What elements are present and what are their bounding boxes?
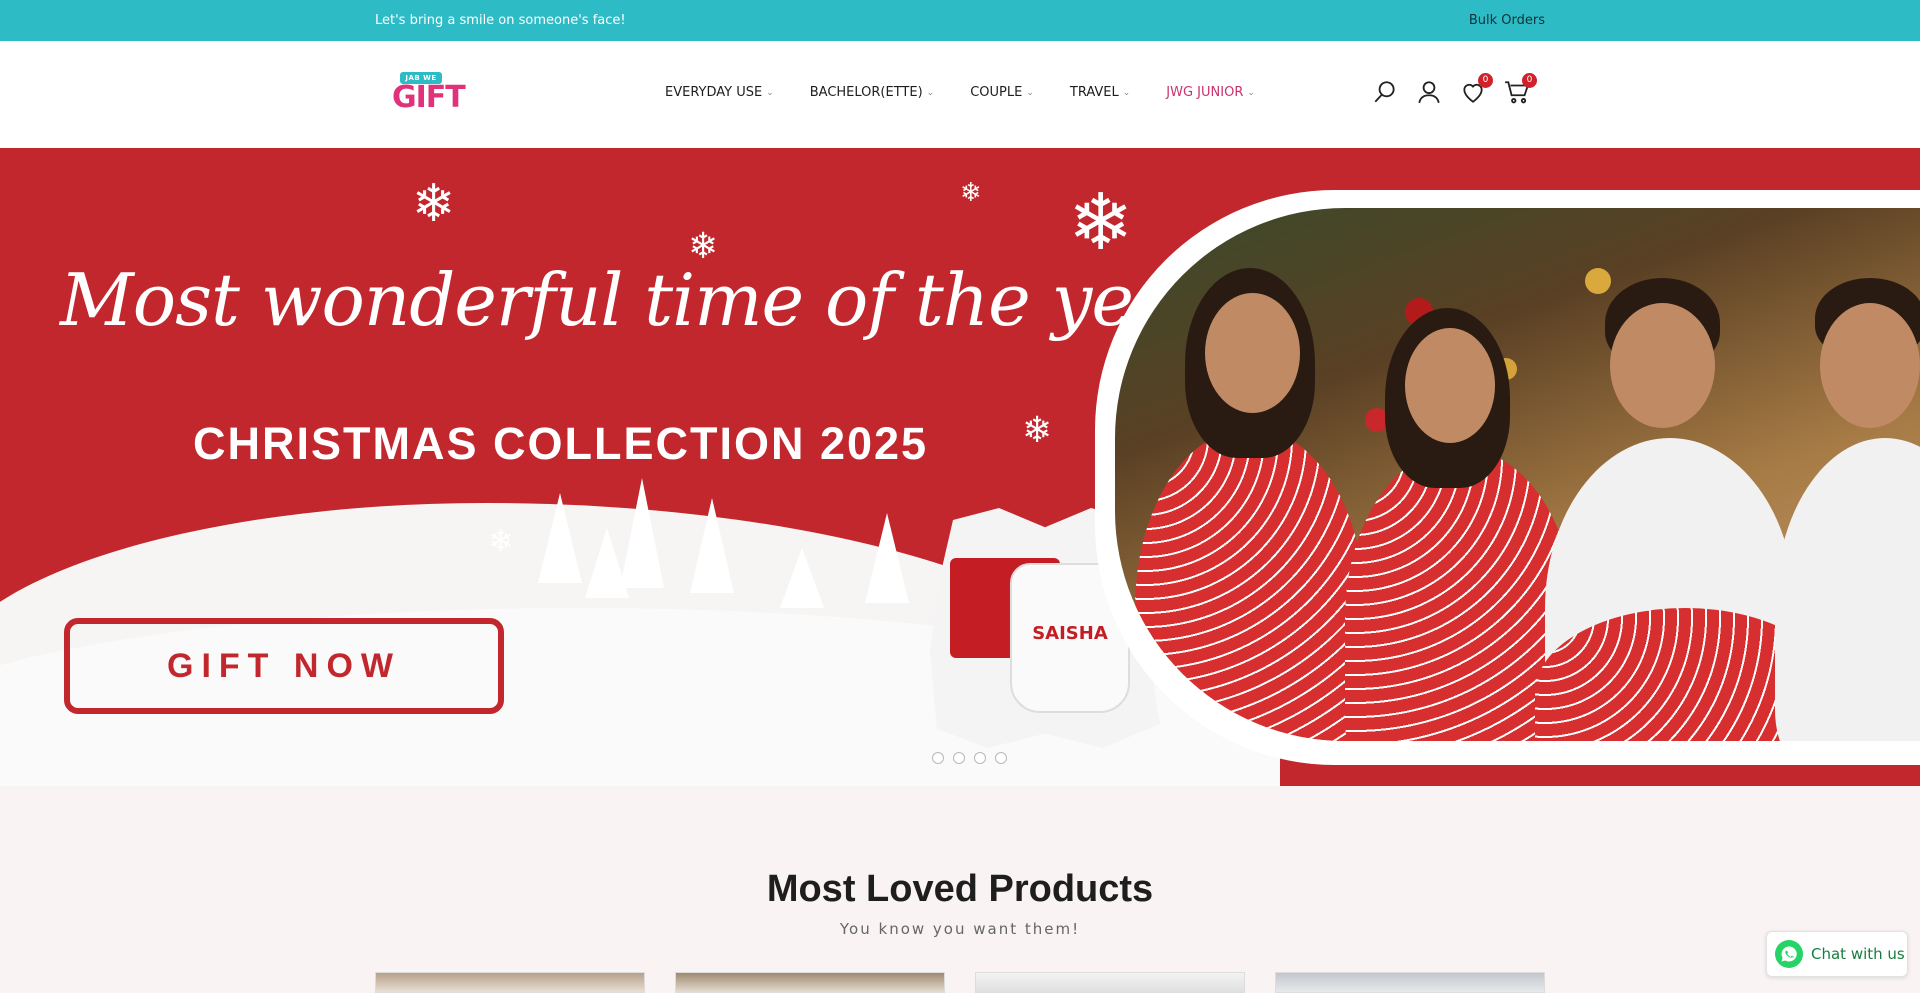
mug-name: SAISHA [1032,623,1108,644]
chevron-down-icon: ⌄ [766,87,774,98]
main-nav: EVERYDAY USE ⌄ BACHELOR(ETTE) ⌄ COUPLE ⌄… [665,85,1291,100]
nav-item-label: COUPLE [970,85,1023,100]
product-card[interactable] [375,972,645,993]
nav-item-everyday-use[interactable]: EVERYDAY USE ⌄ [665,85,774,100]
announcement-tagline: Let's bring a smile on someone's face! [375,13,626,28]
cart-button[interactable]: 0 [1504,73,1548,107]
whatsapp-chat-button[interactable]: Chat with us [1766,931,1908,977]
chat-label: Chat with us [1811,945,1905,963]
gift-now-button[interactable]: GIFT NOW [64,618,504,714]
chevron-down-icon: ⌄ [1122,87,1131,98]
carousel-dot-3[interactable] [974,752,986,764]
snowflake-icon: ❄ [488,524,514,559]
hero-collection-title: CHRISTMAS COLLECTION 2025 [193,418,929,469]
section-title: Most Loved Products [766,868,1154,910]
hero-banner[interactable]: ❄ ❄ ❄ ❄ ❄ ❄ Most wonderful time of the y… [0,148,1920,786]
tree-icon [865,513,909,603]
person [1135,428,1365,741]
chevron-down-icon: ⌄ [1026,87,1034,98]
tree-icon [538,493,582,583]
carousel-dots [932,752,1007,764]
announcement-bar: Let's bring a smile on someone's face! B… [0,0,1920,41]
tree-icon [690,498,734,593]
snowflake-icon: ❄ [1022,410,1053,451]
carousel-dot-1[interactable] [932,752,944,764]
snowflake-icon: ❄ [960,178,982,208]
cart-count-badge: 0 [1522,73,1537,88]
search-button[interactable] [1372,79,1416,107]
wishlist-button[interactable]: 0 [1460,73,1504,107]
nav-item-travel[interactable]: TRAVEL ⌄ [1070,85,1130,100]
logo-word: GIFT [392,80,466,115]
family-photo [1115,208,1920,741]
account-button[interactable] [1416,79,1460,107]
nav-item-label: JWG JUNIOR [1166,85,1244,100]
section-subtitle: You know you want them! [839,920,1081,938]
nav-item-couple[interactable]: COUPLE ⌄ [970,85,1034,100]
snowflake-icon: ❄ [1068,178,1134,268]
carousel-dot-4[interactable] [995,752,1007,764]
snowflake-icon: ❄ [412,174,456,234]
nav-item-bachelorette[interactable]: BACHELOR(ETTE) ⌄ [810,85,934,100]
nav-item-jwg-junior[interactable]: JWG JUNIOR ⌄ [1166,85,1255,100]
user-icon [1418,81,1440,104]
tree-icon [585,528,629,598]
nav-item-label: EVERYDAY USE [665,85,763,100]
tree-icon [780,548,824,608]
header-icons: 0 0 [1372,73,1548,107]
nav-item-label: TRAVEL [1069,85,1119,100]
logo[interactable]: JAB WE GIFT [392,72,466,115]
chevron-down-icon: ⌄ [1247,87,1255,98]
product-card[interactable] [975,972,1245,993]
site-header: JAB WE GIFT EVERYDAY USE ⌄ BACHELOR(ETTE… [0,41,1920,148]
whatsapp-icon [1775,940,1803,968]
nav-item-label: BACHELOR(ETTE) [809,85,923,100]
bulk-orders-link[interactable]: Bulk Orders [1469,13,1545,28]
product-card[interactable] [675,972,945,993]
product-card[interactable] [1275,972,1545,993]
search-icon [1374,81,1395,103]
ornament [1585,268,1611,294]
wishlist-count-badge: 0 [1478,73,1493,88]
person [1775,438,1920,741]
chevron-down-icon: ⌄ [926,87,935,98]
carousel-dot-2[interactable] [953,752,965,764]
hero-script-title: Most wonderful time of the year [60,258,1209,342]
